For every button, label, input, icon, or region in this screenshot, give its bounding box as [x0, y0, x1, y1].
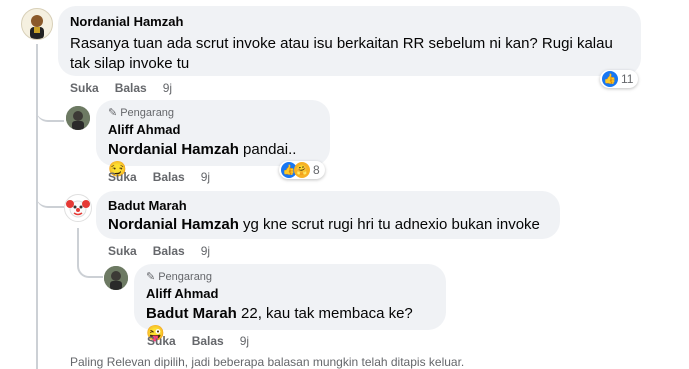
avatar[interactable] [104, 266, 128, 290]
comment-author[interactable]: Aliff Ahmad [146, 286, 434, 302]
author-badge: ✎ Pengarang [146, 270, 434, 284]
user-photo-icon [66, 106, 90, 130]
like-icon: 👍 [602, 71, 618, 87]
comment-author[interactable]: Aliff Ahmad [108, 122, 318, 138]
thread-curve-2 [36, 190, 64, 208]
comment-text-rest: yg kne scrut rugi hri tu adnexio bukan i… [238, 216, 540, 233]
reaction-count: 11 [621, 72, 634, 86]
thread-curve-3 [77, 258, 103, 278]
like-button[interactable]: Suka [108, 244, 137, 258]
comment-bubble: ✎ Pengarang Aliff Ahmad Nordanial Hamzah… [96, 100, 330, 178]
thread-line-main [36, 44, 38, 369]
like-button[interactable]: Suka [147, 334, 176, 348]
reaction-count: 8 [313, 163, 320, 177]
mention-link[interactable]: Nordanial Hamzah [108, 216, 239, 233]
pencil-icon: ✎ [108, 107, 118, 119]
comment-actions: Suka Balas 9j [147, 334, 249, 348]
timestamp[interactable]: 9j [201, 244, 210, 258]
timestamp[interactable]: 9j [163, 81, 172, 95]
mention-link[interactable]: Nordanial Hamzah [108, 141, 239, 158]
comment-author[interactable]: Badut Marah [108, 198, 548, 214]
comment-bubble: Nordanial Hamzah Rasanya tuan ada scrut … [58, 6, 641, 76]
like-button[interactable]: Suka [70, 81, 99, 95]
like-button[interactable]: Suka [108, 170, 137, 184]
comment-actions: Suka Balas 9j [108, 244, 210, 258]
thread-line-sub [77, 228, 79, 258]
pencil-icon: ✎ [146, 271, 156, 283]
user-photo-icon [30, 15, 44, 39]
avatar[interactable] [21, 8, 53, 40]
filter-notice: Paling Relevan dipilih, jadi beberapa ba… [70, 355, 465, 369]
timestamp[interactable]: 9j [201, 170, 210, 184]
comment-author[interactable]: Nordanial Hamzah [70, 14, 629, 30]
author-badge-label: Pengarang [120, 107, 175, 119]
comment-text: Nordanial Hamzah yg kne scrut rugi hri t… [108, 215, 548, 235]
reaction-summary[interactable]: 👍 11 [600, 70, 639, 88]
reaction-summary[interactable]: 👍 🤗 8 [279, 161, 325, 179]
thread-curve-1 [36, 100, 64, 122]
comment-actions: Suka Balas 9j [70, 81, 172, 95]
clown-icon [66, 200, 90, 218]
reply-button[interactable]: Balas [153, 170, 185, 184]
user-photo-icon [104, 266, 128, 290]
comment-bubble: ✎ Pengarang Aliff Ahmad Badut Marah 22, … [134, 264, 446, 342]
mention-link[interactable]: Badut Marah [146, 305, 237, 322]
care-icon: 🤗 [294, 162, 310, 178]
author-badge: ✎ Pengarang [108, 106, 318, 120]
reply-button[interactable]: Balas [192, 334, 224, 348]
comment-bubble: Badut Marah Nordanial Hamzah yg kne scru… [96, 191, 560, 239]
avatar[interactable] [64, 194, 92, 222]
author-badge-label: Pengarang [158, 271, 213, 283]
reply-button[interactable]: Balas [153, 244, 185, 258]
avatar[interactable] [66, 106, 90, 130]
timestamp[interactable]: 9j [240, 334, 249, 348]
reply-button[interactable]: Balas [115, 81, 147, 95]
comment-actions: Suka Balas 9j [108, 170, 210, 184]
comment-text: Rasanya tuan ada scrut invoke atau isu b… [70, 35, 613, 72]
